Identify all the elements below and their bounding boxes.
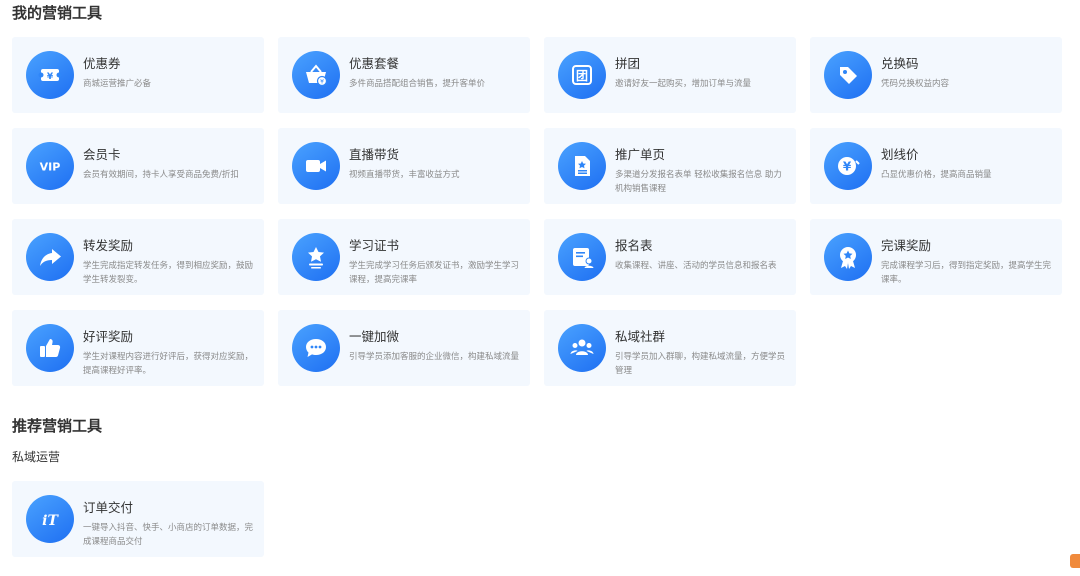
chat-bubble-icon xyxy=(292,324,340,372)
tool-name: 推广单页 xyxy=(615,147,666,162)
tool-card[interactable]: 私域社群 引导学员加入群聊，构建私域流量，方便学员管理 xyxy=(544,310,796,386)
tool-description: 凸显优惠价格，提高商品销量 xyxy=(881,170,992,180)
tool-card[interactable]: 学习证书 学生完成学习任务后颁发证书，激励学生学习课程，提高完课率 xyxy=(278,219,530,295)
tool-name: 兑换码 xyxy=(881,56,919,71)
vip-icon: VIP xyxy=(26,142,74,190)
tool-name: 会员卡 xyxy=(83,147,121,162)
tool-description: 学生对课程内容进行好评后，获得对应奖励，提高课程好评率。 xyxy=(83,352,254,376)
order-delivery-icon: iT xyxy=(26,495,74,543)
tool-card[interactable]: 团 拼团 邀请好友一起购买，增加订单与流量 xyxy=(544,37,796,113)
tool-card[interactable]: 推广单页 多渠道分发报名表单 轻松收集报名信息 助力机构销售课程 xyxy=(544,128,796,204)
tool-description: 学生完成学习任务后颁发证书，激励学生学习课程，提高完课率 xyxy=(349,261,520,285)
svg-text:¥: ¥ xyxy=(47,72,54,82)
tool-name: 完课奖励 xyxy=(881,238,932,253)
video-camera-icon xyxy=(292,142,340,190)
svg-text:¥: ¥ xyxy=(843,160,852,174)
svg-text:iT: iT xyxy=(42,513,59,529)
share-arrow-icon xyxy=(26,233,74,281)
tool-name: 优惠套餐 xyxy=(349,56,400,71)
svg-text:VIP: VIP xyxy=(40,161,61,174)
yen-icon: ¥ xyxy=(824,142,872,190)
tool-description: 凭码兑换权益内容 xyxy=(881,79,950,89)
form-icon xyxy=(558,233,606,281)
tool-card[interactable]: ¥ 优惠套餐 多件商品搭配组合销售，提升客单价 xyxy=(278,37,530,113)
tool-name: 优惠券 xyxy=(83,56,121,71)
medal-icon xyxy=(824,233,872,281)
tool-description: 引导学员添加客服的企业微信，构建私域流量 xyxy=(349,352,520,362)
tool-name: 私域社群 xyxy=(615,329,666,344)
tool-card[interactable]: 好评奖励 学生对课程内容进行好评后，获得对应奖励，提高课程好评率。 xyxy=(12,310,264,386)
tool-description: 商城运营推广必备 xyxy=(83,79,152,89)
my-tools-grid: ¥ 优惠券 商城运营推广必备 ¥ 优惠套餐 多件商品搭配组合销售，提升客单价 团… xyxy=(12,37,1064,386)
marketing-tools-page: 我的营销工具 ¥ 优惠券 商城运营推广必备 ¥ 优惠套餐 多件商品搭配组合销售，… xyxy=(0,0,1080,576)
floating-widget-tab[interactable] xyxy=(1070,554,1080,568)
tool-card[interactable]: 报名表 收集课程、讲座、活动的学员信息和报名表 xyxy=(544,219,796,295)
community-icon xyxy=(558,324,606,372)
svg-text:团: 团 xyxy=(576,69,588,83)
document-icon xyxy=(558,142,606,190)
tool-description: 引导学员加入群聊，构建私域流量，方便学员管理 xyxy=(615,352,786,376)
group-buy-icon: 团 xyxy=(558,51,606,99)
tool-card[interactable]: 直播带货 视频直播带货，丰富收益方式 xyxy=(278,128,530,204)
tag-icon xyxy=(824,51,872,99)
tool-name: 学习证书 xyxy=(349,238,400,253)
tool-name: 好评奖励 xyxy=(83,329,134,344)
recommended-tools-grid: iT 订单交付 一键导入抖音、快手、小商店的订单数据，完成课程商品交付 xyxy=(12,481,264,557)
thumbs-up-icon xyxy=(26,324,74,372)
tool-card[interactable]: VIP 会员卡 会员有效期间，持卡人享受商品免费/折扣 xyxy=(12,128,264,204)
tool-name: 直播带货 xyxy=(349,147,400,162)
tool-description: 一键导入抖音、快手、小商店的订单数据，完成课程商品交付 xyxy=(83,523,254,547)
tool-name: 报名表 xyxy=(615,238,653,253)
tool-description: 收集课程、讲座、活动的学员信息和报名表 xyxy=(615,261,777,271)
tool-name: 划线价 xyxy=(881,147,919,162)
tool-card[interactable]: 完课奖励 完成课程学习后，得到指定奖励，提高学生完课率。 xyxy=(810,219,1062,295)
tool-description: 完成课程学习后，得到指定奖励，提高学生完课率。 xyxy=(881,261,1052,285)
tool-name: 拼团 xyxy=(615,56,641,71)
tool-name: 转发奖励 xyxy=(83,238,134,253)
tool-card[interactable]: ¥ 划线价 凸显优惠价格，提高商品销量 xyxy=(810,128,1062,204)
svg-text:¥: ¥ xyxy=(320,79,324,86)
tool-card[interactable]: 转发奖励 学生完成指定转发任务，得到相应奖励，鼓励学生转发裂变。 xyxy=(12,219,264,295)
recommended-tools-section-title: 推荐营销工具 xyxy=(12,417,103,435)
tool-description: 多件商品搭配组合销售，提升客单价 xyxy=(349,79,486,89)
tool-name: 订单交付 xyxy=(83,500,134,515)
tool-card[interactable]: ¥ 优惠券 商城运营推广必备 xyxy=(12,37,264,113)
tool-card[interactable]: iT 订单交付 一键导入抖音、快手、小商店的订单数据，完成课程商品交付 xyxy=(12,481,264,557)
private-domain-subtitle: 私域运营 xyxy=(12,450,61,464)
tool-name: 一键加微 xyxy=(349,329,400,344)
basket-icon: ¥ xyxy=(292,51,340,99)
tool-description: 会员有效期间，持卡人享受商品免费/折扣 xyxy=(83,170,239,180)
tool-description: 视频直播带货，丰富收益方式 xyxy=(349,170,460,180)
tool-description: 邀请好友一起购买，增加订单与流量 xyxy=(615,79,752,89)
tool-card[interactable]: 一键加微 引导学员添加客服的企业微信，构建私域流量 xyxy=(278,310,530,386)
certificate-icon xyxy=(292,233,340,281)
my-tools-section-title: 我的营销工具 xyxy=(12,4,103,22)
tool-description: 学生完成指定转发任务，得到相应奖励，鼓励学生转发裂变。 xyxy=(83,261,254,285)
tool-description: 多渠道分发报名表单 轻松收集报名信息 助力机构销售课程 xyxy=(615,170,782,194)
coupon-icon: ¥ xyxy=(26,51,74,99)
tool-card[interactable]: 兑换码 凭码兑换权益内容 xyxy=(810,37,1062,113)
